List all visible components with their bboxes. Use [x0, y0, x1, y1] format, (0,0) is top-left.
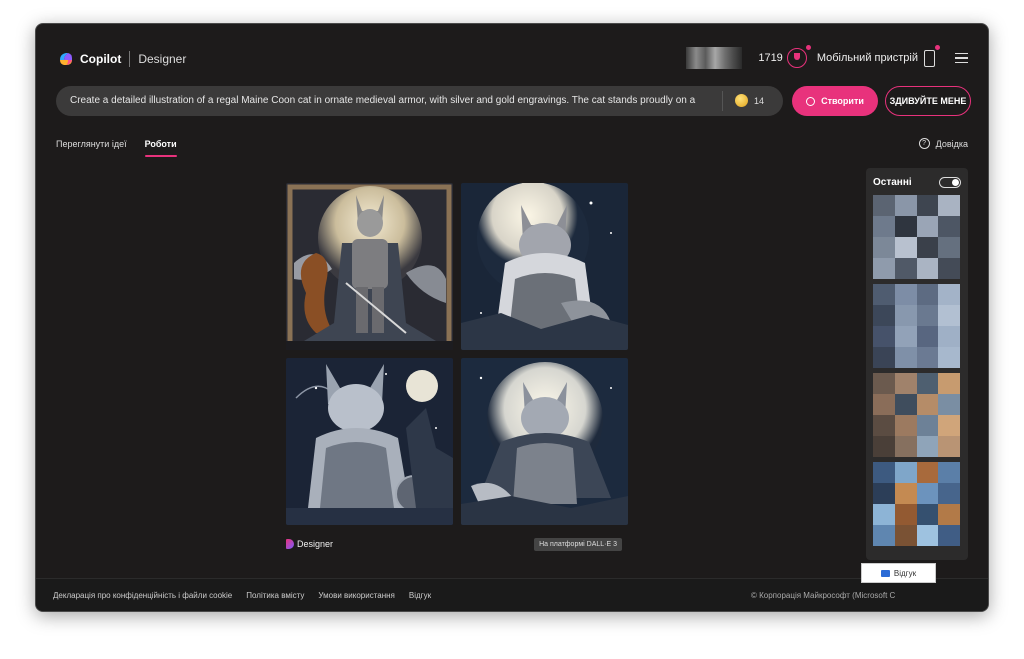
footer-links: Декларація про конфіденційність і файли … [53, 591, 445, 600]
prompt-input[interactable] [70, 86, 696, 116]
recent-toggle[interactable] [939, 177, 961, 188]
designer-logo-icon [286, 539, 294, 549]
hamburger-menu-icon[interactable] [955, 53, 968, 63]
brand-copilot: Copilot [80, 52, 122, 66]
footer: Декларація про конфіденційність і файли … [36, 578, 988, 611]
avatar[interactable] [686, 47, 743, 69]
help-icon: ? [918, 138, 930, 149]
points-count: 1719 [758, 52, 783, 64]
designer-mark-label: Designer [297, 539, 334, 549]
surprise-me-label: ЗДИВУЙТЕ МЕНЕ [889, 96, 967, 106]
brand[interactable]: Copilot Designer [58, 50, 186, 68]
tab-creations[interactable]: Роботи [144, 138, 177, 158]
surprise-me-button[interactable]: ЗДИВУЙТЕ МЕНЕ [885, 86, 971, 116]
tab-explore-ideas[interactable]: Переглянути ідеї [56, 138, 127, 158]
prompt-bar: 14 [56, 86, 783, 116]
recent-thumbnail[interactable] [873, 373, 960, 457]
header-actions: 1719 Мобільний пристрій [686, 44, 968, 70]
boost-count: 14 [754, 95, 765, 106]
brand-designer: Designer [138, 52, 187, 66]
footer-link-terms[interactable]: Умови використання [318, 591, 394, 600]
recent-panel: Останні [866, 168, 968, 560]
coin-icon [735, 94, 748, 107]
tabs: Переглянути ідеї Роботи [56, 138, 195, 158]
result-grid [286, 183, 628, 525]
cat-knight-standing-image[interactable] [286, 183, 453, 350]
mobile-device-link[interactable]: Мобільний пристрій [817, 52, 918, 64]
prompt-divider [722, 91, 723, 111]
dalle-badge: На платформі DALL·E 3 [534, 538, 622, 551]
phone-icon[interactable] [924, 44, 940, 67]
create-icon [806, 96, 816, 106]
cat-armor-night-image[interactable] [286, 358, 453, 525]
recent-thumbnail[interactable] [873, 462, 960, 546]
cat-armor-cape-image[interactable] [461, 358, 628, 525]
brand-divider [129, 51, 131, 67]
chat-icon [880, 569, 890, 577]
footer-link-privacy[interactable]: Декларація про конфіденційність і файли … [53, 591, 232, 600]
boost-counter[interactable]: 14 [735, 94, 764, 107]
copyright: © Корпорація Майкрософт (Microsoft C [751, 591, 896, 600]
feedback-button[interactable]: Відгук [861, 563, 936, 583]
recent-thumbnail[interactable] [873, 195, 960, 279]
feedback-button-label: Відгук [893, 568, 917, 578]
browser-window: Copilot Designer 1719 Мобільний пристрій… [35, 23, 989, 612]
trophy-icon[interactable] [786, 45, 811, 68]
copilot-logo-icon [58, 51, 74, 67]
result-footer: Designer На платформі DALL·E 3 [286, 538, 628, 552]
create-button-label: Створити [821, 96, 864, 106]
help-label: Довідка [935, 138, 968, 149]
recent-title: Останні [873, 177, 912, 188]
header: Copilot Designer 1719 Мобільний пристрій [36, 24, 988, 94]
recent-thumbnail[interactable] [873, 284, 960, 368]
footer-link-feedback[interactable]: Відгук [409, 591, 431, 600]
cat-armor-moon-image[interactable] [461, 183, 628, 350]
designer-watermark: Designer [286, 539, 333, 549]
create-button[interactable]: Створити [792, 86, 878, 116]
help-link[interactable]: ? Довідка [918, 138, 968, 149]
footer-link-content-policy[interactable]: Політика вмісту [246, 591, 304, 600]
